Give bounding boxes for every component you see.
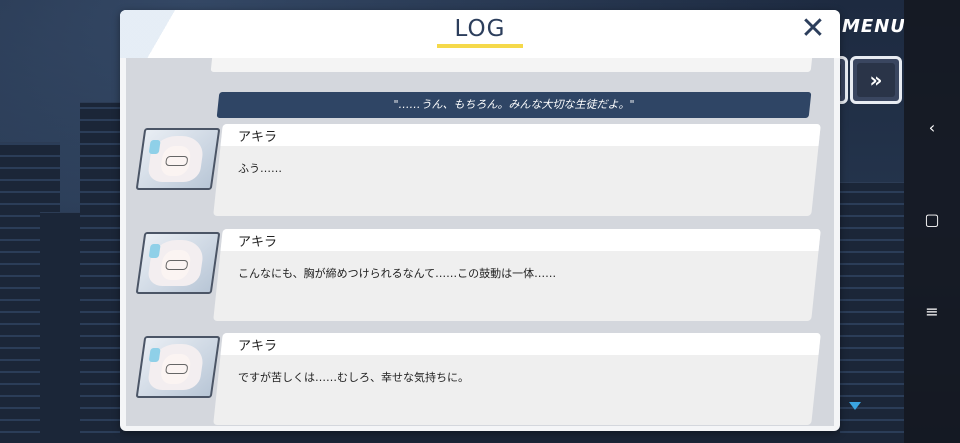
dialogue-text: ふう…… (238, 162, 282, 175)
system-navigation-bar: ‹ ▢ ≡ (904, 0, 960, 443)
scroll-down-icon[interactable] (849, 402, 861, 410)
recents-icon[interactable]: ≡ (922, 302, 942, 322)
title-underline (437, 44, 523, 48)
log-title: LOG (454, 16, 506, 42)
fast-forward-button[interactable]: » (850, 56, 902, 104)
speaker-name: アキラ (238, 339, 278, 354)
character-avatar (135, 232, 221, 294)
dialogue-text: ですが苦しくは……むしろ、幸せな気持ちに。 (238, 371, 469, 384)
menu-button[interactable]: MENU (842, 16, 906, 37)
log-list[interactable]: "……うん、もちろん。みんな大切な生徒だよ。" アキラ ふう…… アキラ こんな… (126, 58, 834, 426)
previous-entry-bubble (210, 58, 814, 72)
fast-forward-icon: » (857, 63, 895, 97)
background-building (80, 102, 120, 443)
back-icon[interactable]: ‹ (922, 118, 942, 138)
log-header: LOG ✕ (120, 10, 840, 58)
player-line-text: "……うん、もちろん。みんな大切な生徒だよ。" (393, 98, 635, 111)
character-avatar (135, 128, 221, 190)
close-button[interactable]: ✕ (798, 14, 828, 44)
speaker-name: アキラ (238, 130, 278, 145)
log-window: LOG ✕ "……うん、もちろん。みんな大切な生徒だよ。" アキラ ふう…… ア… (120, 10, 840, 431)
speaker-name: アキラ (238, 235, 278, 250)
dialogue-bubble (213, 124, 821, 216)
dialogue-text: こんなにも、胸が締めつけられるなんて……この鼓動は一体…… (238, 267, 557, 280)
home-icon[interactable]: ▢ (922, 210, 942, 230)
character-avatar (135, 336, 221, 398)
